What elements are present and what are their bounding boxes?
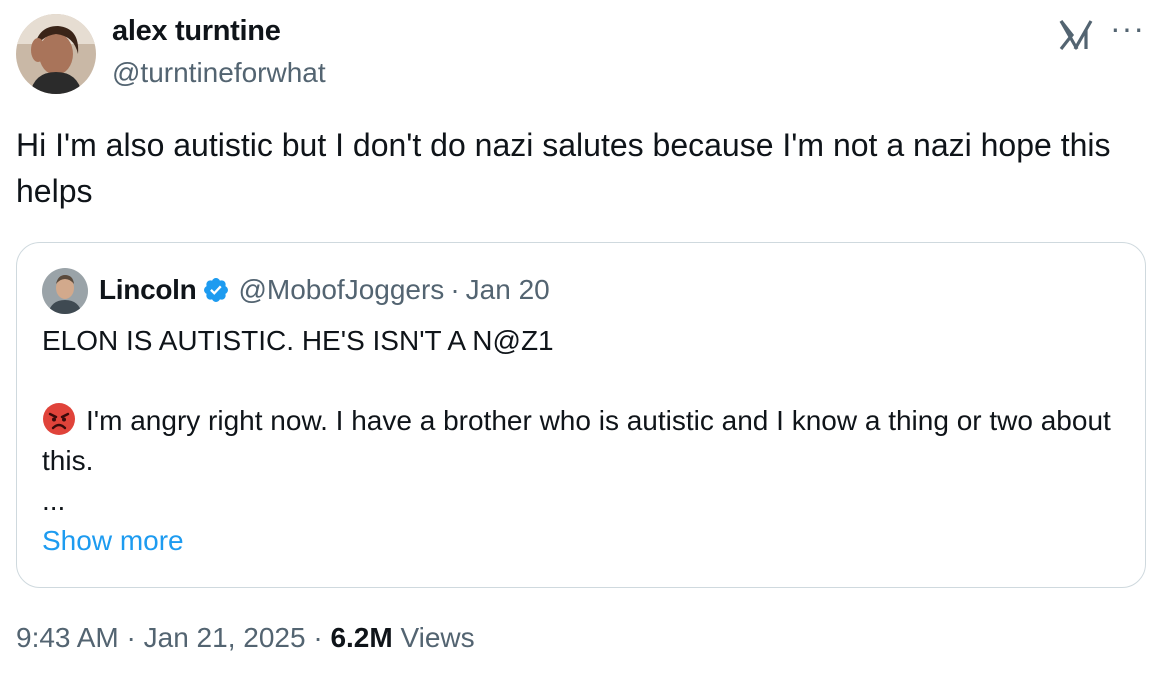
more-options-icon[interactable]: ··· — [1110, 8, 1145, 48]
verified-badge-icon — [204, 278, 229, 302]
quoted-tweet[interactable]: Lincoln @MobofJoggers · Jan 20 ELON IS A… — [16, 242, 1146, 588]
quoted-author-handle[interactable]: @MobofJoggers — [238, 274, 444, 306]
tweet-date[interactable]: Jan 21, 2025 — [144, 622, 306, 653]
quoted-line-2-text: I'm angry right now. I have a brother wh… — [42, 405, 1111, 476]
views-label: Views — [400, 622, 475, 653]
separator-dot: · — [126, 622, 136, 653]
author-handle[interactable]: @turntineforwhat — [112, 57, 326, 89]
quoted-author-name[interactable]: Lincoln — [99, 274, 197, 306]
quoted-line-1: ELON IS AUTISTIC. HE'S ISN'T A N@Z1 — [42, 325, 554, 356]
quoted-line-2: I'm angry right now. I have a brother wh… — [42, 401, 1122, 481]
tweet-time[interactable]: 9:43 AM — [16, 622, 119, 653]
separator-dot: · — [313, 622, 323, 653]
quoted-author-avatar[interactable] — [42, 268, 88, 314]
x-logo-icon[interactable] — [1058, 18, 1094, 52]
views-count[interactable]: 6.2M — [330, 622, 392, 653]
tweet-footer: 9:43 AM · Jan 21, 2025 · 6.2M Views — [16, 622, 475, 654]
separator-dot: · — [450, 274, 460, 305]
quoted-date[interactable]: Jan 20 — [466, 274, 550, 306]
quoted-text: ELON IS AUTISTIC. HE'S ISN'T A N@Z1 I'm … — [42, 321, 1122, 561]
author-avatar[interactable] — [16, 14, 96, 94]
tweet-text: Hi I'm also autistic but I don't do nazi… — [16, 127, 1111, 209]
quoted-ellipsis: ... — [42, 485, 66, 516]
angry-face-icon — [43, 403, 75, 435]
author-name[interactable]: alex turntine — [112, 15, 281, 48]
show-more-link[interactable]: Show more — [42, 521, 1122, 561]
quoted-header: Lincoln @MobofJoggers · Jan 20 — [99, 274, 550, 306]
